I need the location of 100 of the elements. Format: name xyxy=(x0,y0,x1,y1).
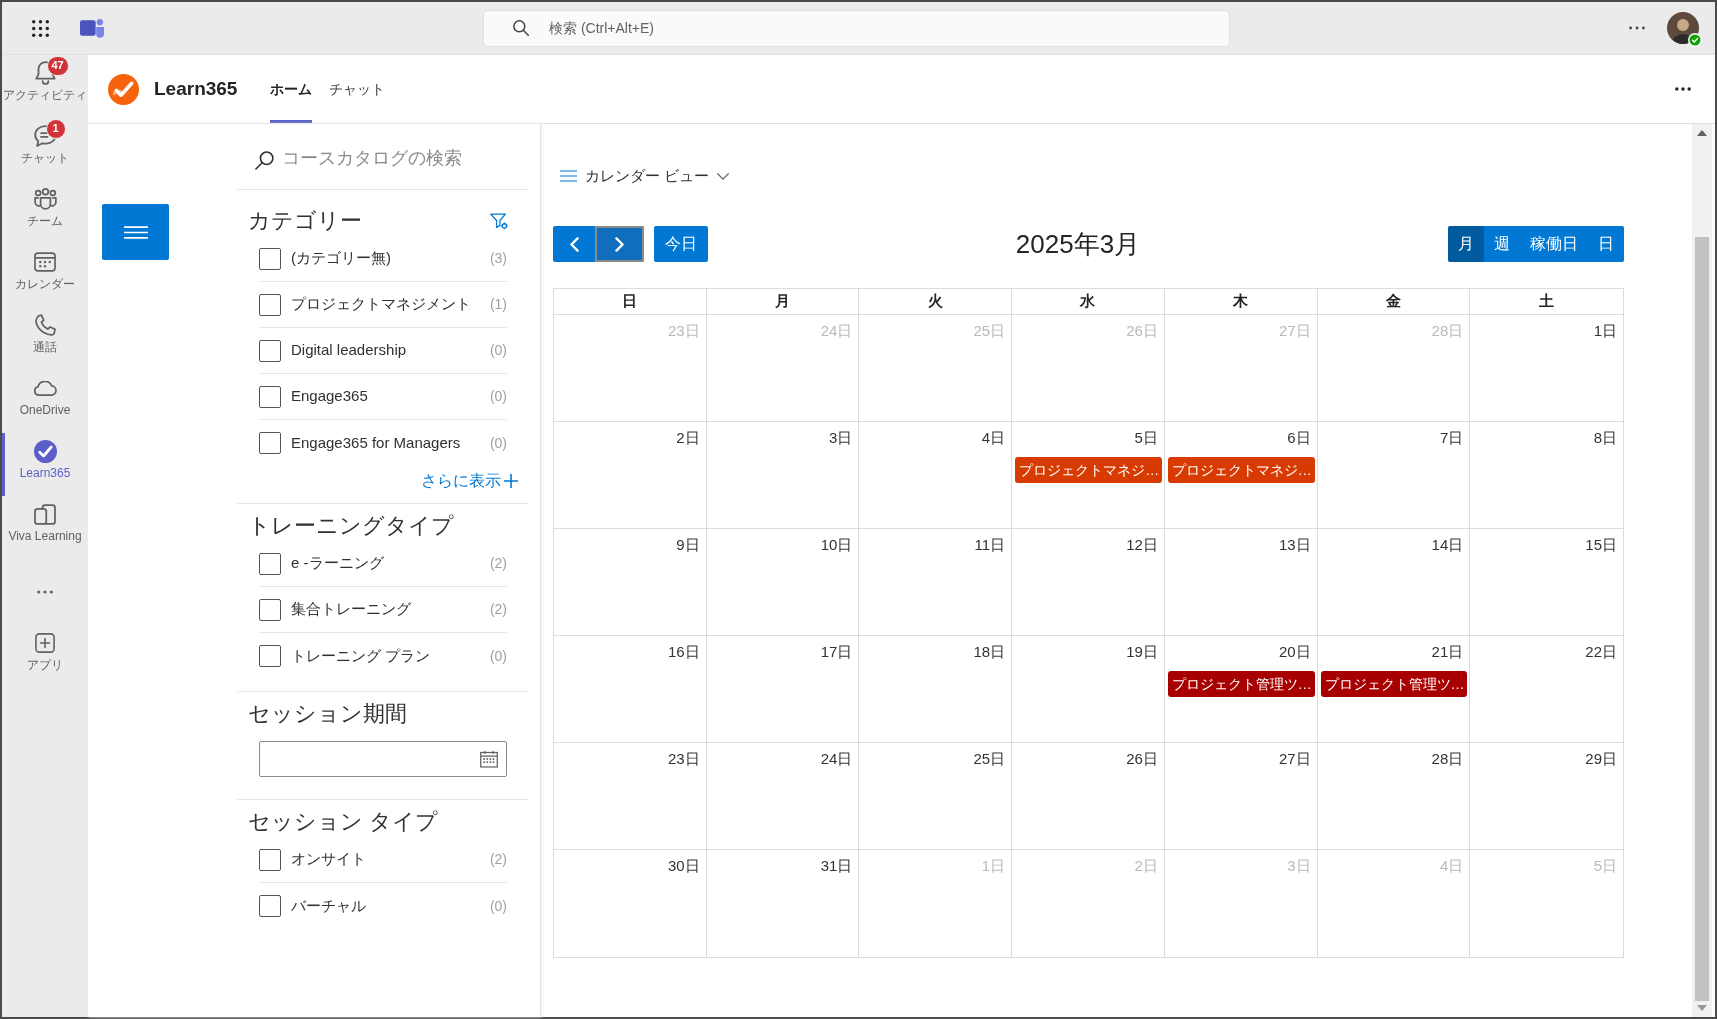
cloud-icon[interactable] xyxy=(33,380,57,396)
plus-icon xyxy=(504,474,518,488)
filter-icon[interactable] xyxy=(490,212,508,230)
rail-item[interactable]: Viva Learning xyxy=(2,496,88,559)
section-heading: セッション タイプ xyxy=(248,808,439,836)
filter-option-label[interactable]: Engage365 for Managers xyxy=(291,431,461,455)
calendar-icon[interactable] xyxy=(34,252,56,272)
scrollbar-thumb[interactable] xyxy=(1695,237,1709,1001)
pages-icon[interactable] xyxy=(34,503,56,525)
day-number: 23日 xyxy=(668,748,700,769)
status-check-icon xyxy=(1688,33,1702,47)
day-number: 20日 xyxy=(1278,641,1311,662)
checkbox[interactable] xyxy=(259,432,281,454)
day-number: 21日 xyxy=(1431,641,1464,662)
previous-button[interactable] xyxy=(553,226,595,262)
day-number: 18日 xyxy=(973,641,1006,662)
day-number: 23日 xyxy=(668,320,700,341)
search-field[interactable]: 検索 (Ctrl+Alt+E) xyxy=(483,9,1230,47)
rail-item[interactable]: 通話 xyxy=(2,307,88,370)
count-text: (2) xyxy=(489,850,507,869)
day-number: 4日 xyxy=(1439,855,1464,876)
checkbox[interactable] xyxy=(259,895,281,917)
more-icon[interactable] xyxy=(1629,26,1645,30)
checkbox[interactable] xyxy=(259,293,281,316)
more-icon[interactable] xyxy=(1675,87,1691,91)
calendar-icon[interactable] xyxy=(480,750,498,768)
filter-option-label[interactable]: プロジェクトマネジメント xyxy=(291,293,471,316)
day-number: 26日 xyxy=(1126,320,1158,341)
event-chip[interactable]: プロジェクトマネジ… xyxy=(1015,457,1162,483)
day-number: 2日 xyxy=(1134,855,1158,876)
check-circle-icon[interactable] xyxy=(33,439,57,463)
weekday-label: 木 xyxy=(1233,291,1249,312)
event-chip[interactable]: プロジェクト管理ツ… xyxy=(1320,671,1468,697)
rail-item[interactable]: OneDrive xyxy=(2,370,88,433)
scroll-up-arrow-icon[interactable] xyxy=(1697,130,1707,136)
show-more-link[interactable]: さらに表示 xyxy=(421,469,518,493)
checkbox[interactable] xyxy=(259,385,281,408)
rail-item[interactable]: カレンダー xyxy=(2,244,88,307)
menu-icon[interactable] xyxy=(122,225,149,239)
checkbox[interactable] xyxy=(259,552,281,575)
chevron-left-icon[interactable] xyxy=(569,236,579,252)
day-number: 24日 xyxy=(820,748,853,769)
scrollbar[interactable] xyxy=(1692,124,1712,1017)
count-text: (0) xyxy=(489,896,507,916)
day-number: 25日 xyxy=(973,748,1006,769)
checkbox[interactable] xyxy=(259,645,281,667)
chat-icon[interactable] xyxy=(33,125,57,147)
next-button[interactable] xyxy=(595,226,644,262)
tab[interactable]: ホーム xyxy=(270,55,313,123)
view-button[interactable]: 日 xyxy=(1588,226,1624,262)
phone-icon[interactable] xyxy=(34,314,56,336)
filter-option-label[interactable]: オンサイト xyxy=(291,848,366,871)
rail-item[interactable]: アプリ xyxy=(2,625,88,688)
app-logo-icon xyxy=(108,73,139,105)
menu-button[interactable] xyxy=(102,204,169,260)
day-number: 24日 xyxy=(820,320,853,341)
add-icon[interactable] xyxy=(35,633,55,653)
view-button[interactable]: 週 xyxy=(1484,226,1520,262)
view-button[interactable]: 稼働日 xyxy=(1520,226,1588,262)
search-field[interactable]: コースカタログの検索 xyxy=(237,140,529,177)
day-number: 13日 xyxy=(1278,534,1311,555)
day-number: 17日 xyxy=(820,641,853,662)
event-chip[interactable]: プロジェクトマネジ… xyxy=(1167,457,1315,483)
event-chip[interactable]: プロジェクト管理ツ… xyxy=(1167,671,1315,697)
chevron-down-icon[interactable] xyxy=(717,172,730,180)
app-logo-icon[interactable] xyxy=(80,18,104,38)
count-text: (0) xyxy=(489,341,507,360)
day-number: 26日 xyxy=(1126,748,1158,769)
people-icon[interactable] xyxy=(33,188,57,210)
filter-option-label[interactable]: (カテゴリー無) xyxy=(291,247,391,270)
checkbox[interactable] xyxy=(259,598,281,621)
today-button[interactable]: 今日 xyxy=(654,226,708,262)
avatar[interactable] xyxy=(1667,12,1699,44)
rail-item[interactable]: 1 チャット xyxy=(2,118,88,181)
checkbox[interactable] xyxy=(259,247,281,270)
filter-option-label[interactable]: Digital leadership xyxy=(291,339,407,362)
filter-option-label[interactable]: 集合トレーニング xyxy=(291,598,411,621)
filter-option-label[interactable]: Engage365 xyxy=(291,385,368,408)
app-launcher-icon[interactable] xyxy=(31,19,49,37)
day-number: 7日 xyxy=(1439,427,1464,448)
count-text: (2) xyxy=(489,600,507,619)
rail-item[interactable]: 47 アクティビティ xyxy=(2,55,88,118)
view-button[interactable]: 月 xyxy=(1448,226,1484,262)
notification-badge: 1 xyxy=(45,119,66,139)
tab[interactable]: チャット xyxy=(329,55,386,123)
view-menu-button[interactable]: カレンダー ビュー xyxy=(553,164,730,188)
filter-option-label[interactable]: バーチャル xyxy=(291,894,366,918)
filter-option-label[interactable]: トレーニング プラン xyxy=(291,644,431,668)
rail-item[interactable]: Learn365 xyxy=(2,433,88,496)
date-field[interactable] xyxy=(259,741,507,777)
day-number: 27日 xyxy=(1278,320,1311,341)
chevron-right-icon[interactable] xyxy=(615,236,624,252)
rail-item[interactable]: チーム xyxy=(2,181,88,244)
count-text: (0) xyxy=(489,646,507,666)
count-text: (3) xyxy=(489,249,507,268)
search-icon xyxy=(513,19,529,36)
checkbox[interactable] xyxy=(259,848,281,871)
checkbox[interactable] xyxy=(259,339,281,362)
day-number: 29日 xyxy=(1585,748,1617,769)
filter-option-label[interactable]: e -ラーニング xyxy=(291,552,384,575)
